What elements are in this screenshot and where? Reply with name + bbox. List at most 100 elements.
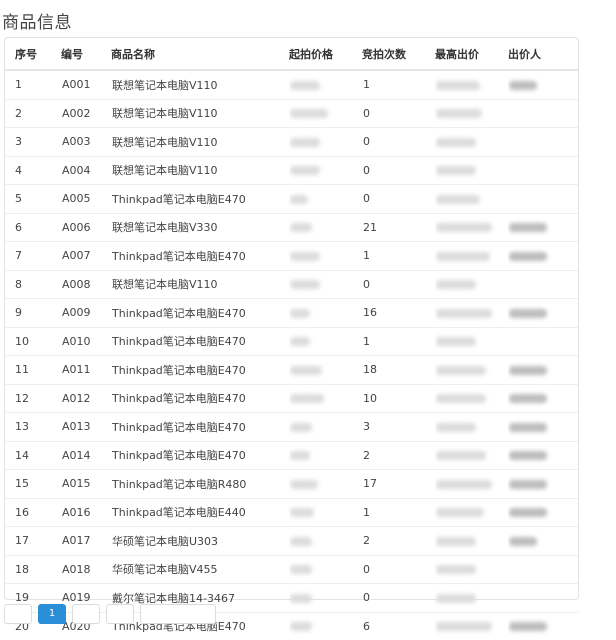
product-name: 华硕笔记本电脑V455 <box>111 554 289 584</box>
row-number: 3 <box>5 127 61 156</box>
redacted-value <box>436 80 480 90</box>
redacted-value <box>509 479 547 489</box>
pagination-page-button[interactable]: 1 <box>38 604 66 624</box>
top-bid-redacted <box>435 155 508 185</box>
redacted-value <box>436 508 484 518</box>
start-price-redacted <box>289 611 362 640</box>
row-number: 17 <box>5 526 61 555</box>
pagination-page-button[interactable] <box>106 604 134 624</box>
top-bid-redacted <box>435 440 508 470</box>
redacted-value <box>290 593 312 603</box>
product-name: 联想笔记本电脑V330 <box>111 212 289 242</box>
redacted-value <box>436 109 482 119</box>
table-row: 11 A011 Thinkpad笔记本电脑E470 18 <box>5 355 578 384</box>
product-name: Thinkpad笔记本电脑E470 <box>111 355 289 384</box>
bidder-redacted <box>508 98 578 128</box>
bidder-redacted <box>508 212 578 242</box>
bidder-redacted <box>508 326 578 356</box>
bidder-redacted <box>508 298 578 327</box>
table-row: 9 A009 Thinkpad笔记本电脑E470 16 <box>5 298 578 327</box>
product-name: Thinkpad笔记本电脑E470 <box>111 184 289 213</box>
bidder-redacted <box>508 526 578 555</box>
redacted-value <box>290 80 320 90</box>
bidder-redacted <box>508 611 578 640</box>
row-number: 9 <box>5 298 61 327</box>
redacted-value <box>509 508 547 518</box>
product-code: A008 <box>61 269 111 299</box>
table-header-row: 序号 编号 商品名称 起拍价格 竞拍次数 最高出价 出价人 <box>5 38 578 71</box>
top-bid-redacted <box>435 526 508 555</box>
redacted-value <box>436 137 476 147</box>
row-number: 2 <box>5 98 61 128</box>
start-price-redacted <box>289 98 362 128</box>
start-price-redacted <box>289 184 362 213</box>
start-price-redacted <box>289 241 362 270</box>
redacted-value <box>290 337 310 347</box>
redacted-value <box>509 80 537 90</box>
bidder-redacted <box>508 383 578 413</box>
bid-count: 2 <box>362 440 435 470</box>
redacted-value <box>436 365 486 375</box>
redacted-value <box>290 394 324 404</box>
table-row: 6 A006 联想笔记本电脑V330 21 <box>5 212 578 242</box>
bid-count: 0 <box>362 269 435 299</box>
start-price-redacted <box>289 526 362 555</box>
product-table: 序号 编号 商品名称 起拍价格 竞拍次数 最高出价 出价人 1 A001 联想笔记本… <box>5 38 578 640</box>
top-bid-redacted <box>435 98 508 128</box>
table-row: 16 A016 Thinkpad笔记本电脑E440 1 <box>5 497 578 527</box>
row-number: 15 <box>5 469 61 498</box>
top-bid-redacted <box>435 184 508 213</box>
product-name: Thinkpad笔记本电脑E470 <box>111 241 289 270</box>
start-price-redacted <box>289 298 362 327</box>
product-code: A010 <box>61 326 111 356</box>
start-price-redacted <box>289 127 362 156</box>
redacted-value <box>290 536 312 546</box>
row-number: 10 <box>5 326 61 356</box>
redacted-value <box>436 251 490 261</box>
start-price-redacted <box>289 69 362 99</box>
product-name: 联想笔记本电脑V110 <box>111 98 289 128</box>
top-bid-redacted <box>435 469 508 498</box>
redacted-value <box>290 280 320 290</box>
top-bid-redacted <box>435 127 508 156</box>
redacted-value <box>290 137 320 147</box>
start-price-redacted <box>289 469 362 498</box>
redacted-value <box>509 223 547 233</box>
bid-count: 0 <box>362 184 435 213</box>
pagination-page-button[interactable] <box>72 604 100 624</box>
pagination-size-select[interactable] <box>140 604 216 624</box>
bidder-redacted <box>508 184 578 213</box>
row-number: 4 <box>5 155 61 185</box>
row-number: 13 <box>5 412 61 441</box>
table-row: 7 A007 Thinkpad笔记本电脑E470 1 <box>5 241 578 270</box>
redacted-value <box>436 223 492 233</box>
redacted-value <box>436 536 476 546</box>
page-title: 商品信息 <box>2 13 72 33</box>
redacted-value <box>509 451 547 461</box>
table-row: 17 A017 华硕笔记本电脑U303 2 <box>5 526 578 555</box>
product-name: 联想笔记本电脑V110 <box>111 69 289 99</box>
redacted-value <box>436 593 476 603</box>
bidder-redacted <box>508 469 578 498</box>
column-header-code: 编号 <box>61 38 111 71</box>
start-price-redacted <box>289 554 362 584</box>
top-bid-redacted <box>435 355 508 384</box>
start-price-redacted <box>289 155 362 185</box>
redacted-value <box>436 194 480 204</box>
product-code: A013 <box>61 412 111 441</box>
start-price-redacted <box>289 440 362 470</box>
redacted-value <box>436 451 486 461</box>
row-number: 12 <box>5 383 61 413</box>
bid-count: 0 <box>362 583 435 612</box>
product-code: A006 <box>61 212 111 242</box>
start-price-redacted <box>289 583 362 612</box>
top-bid-redacted <box>435 212 508 242</box>
bidder-redacted <box>508 155 578 185</box>
product-code: A001 <box>61 69 111 99</box>
start-price-redacted <box>289 269 362 299</box>
pagination-prev-button[interactable] <box>4 604 32 624</box>
redacted-value <box>290 365 322 375</box>
product-code: A014 <box>61 440 111 470</box>
column-header-top-bid: 最高出价 <box>435 38 508 71</box>
start-price-redacted <box>289 383 362 413</box>
